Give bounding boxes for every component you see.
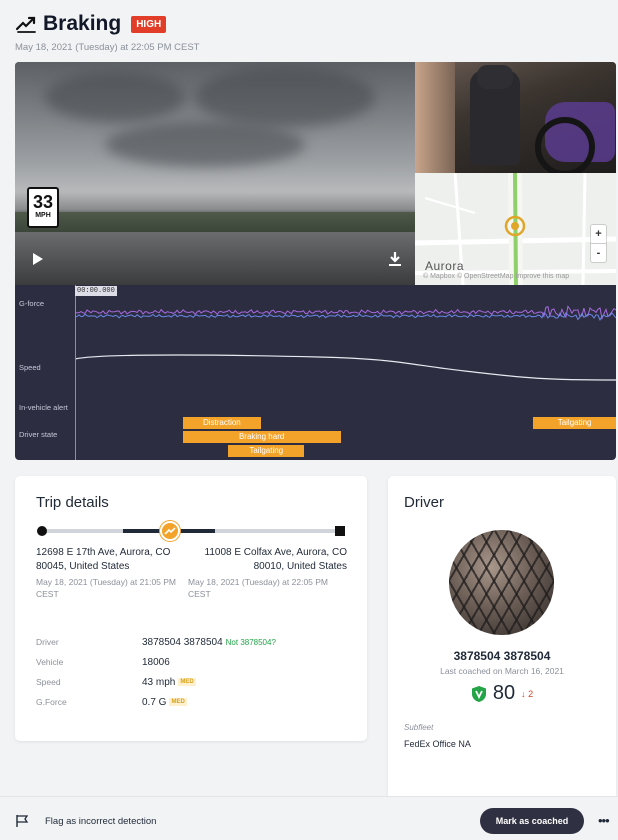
speed-label: Speed bbox=[36, 677, 61, 687]
playhead-time: 00:00.000 bbox=[75, 286, 117, 296]
gforce-severity-badge: MED bbox=[169, 698, 187, 707]
driver-state-bar[interactable]: Tailgating bbox=[533, 417, 616, 429]
end-time: May 18, 2021 (Tuesday) at 22:05 PM CEST bbox=[188, 576, 328, 600]
event-timeline[interactable]: G-force Speed In-vehicle alert Driver st… bbox=[15, 285, 616, 460]
end-address-line1: 11008 E Colfax Ave, Aurora, CO bbox=[204, 547, 348, 558]
cloud-shape bbox=[45, 72, 185, 122]
route-segment bbox=[180, 529, 215, 533]
play-icon[interactable] bbox=[32, 252, 44, 266]
end-address: 11008 E Colfax Ave, Aurora, CO 80010, Un… bbox=[197, 546, 348, 574]
playhead[interactable] bbox=[75, 285, 76, 460]
route-event-marker[interactable] bbox=[160, 521, 180, 541]
gforce-line-longitudinal bbox=[74, 312, 616, 322]
media-panel: 33 MPH + - Aurora © Mapbox © OpenStreetM… bbox=[15, 62, 616, 460]
vehicle-label: Vehicle bbox=[36, 657, 64, 667]
driver-name[interactable]: 3878504 3878504 bbox=[388, 649, 616, 663]
not-driver-link[interactable]: Not 3878504? bbox=[226, 638, 276, 647]
cloud-shape bbox=[105, 122, 305, 167]
speed-value: 43 mph MED bbox=[142, 677, 196, 688]
route-segment bbox=[123, 529, 160, 533]
headrest-shape bbox=[477, 65, 513, 89]
severity-badge: HIGH bbox=[131, 15, 167, 33]
avatar bbox=[449, 530, 554, 635]
driver-card-title: Driver bbox=[404, 494, 444, 511]
speed-limit-sign: 33 MPH bbox=[27, 187, 59, 228]
shield-icon bbox=[471, 685, 486, 702]
treeline bbox=[15, 212, 415, 234]
vehicle-value: 18006 bbox=[142, 657, 170, 668]
trip-details-card: Trip details 12698 E 17th Ave, Aurora, C… bbox=[15, 476, 367, 741]
map-city-label: Aurora bbox=[425, 259, 465, 273]
mark-as-coached-button[interactable]: Mark as coached bbox=[480, 808, 584, 834]
avatar-pattern bbox=[449, 530, 554, 635]
road bbox=[15, 232, 415, 285]
speed-line bbox=[74, 354, 616, 381]
route-end-marker bbox=[335, 526, 345, 536]
event-timestamp: May 18, 2021 (Tuesday) at 22:05 PM CEST bbox=[15, 42, 200, 53]
driver-state-bar[interactable]: Tailgating bbox=[228, 445, 305, 457]
flag-incorrect-detection[interactable]: Flag as incorrect detection bbox=[45, 816, 156, 827]
cloud-shape bbox=[195, 67, 375, 127]
gforce-label: G.Force bbox=[36, 697, 67, 707]
route-start-marker bbox=[37, 526, 47, 536]
speed-limit-unit: MPH bbox=[35, 212, 51, 219]
gforce-number: 0.7 G bbox=[142, 697, 167, 708]
safety-score: 80 ↓ 2 bbox=[388, 682, 616, 705]
gforce-value: 0.7 G MED bbox=[142, 697, 187, 708]
map-zoom-control: + - bbox=[591, 225, 606, 262]
end-time-line1: May 18, 2021 (Tuesday) at 22:05 PM bbox=[188, 577, 329, 587]
subfleet-label: Subfleet bbox=[404, 723, 434, 732]
score-value: 80 bbox=[492, 682, 516, 704]
action-footer: Flag as incorrect detection Mark as coac… bbox=[0, 796, 618, 840]
start-time: May 18, 2021 (Tuesday) at 21:05 PM CEST bbox=[36, 576, 176, 600]
download-icon[interactable] bbox=[388, 251, 402, 267]
end-address-line2: 80010, United States bbox=[253, 561, 347, 572]
start-address-line1: 12698 E 17th Ave, Aurora, CO bbox=[36, 547, 171, 558]
braking-icon bbox=[15, 16, 36, 33]
subfleet-value: FedEx Office NA bbox=[404, 739, 471, 749]
driver-state-bar[interactable]: Distraction bbox=[182, 417, 262, 429]
trip-details-title: Trip details bbox=[36, 494, 109, 511]
driver-state-bar[interactable]: Braking hard bbox=[182, 431, 341, 443]
end-time-line2: CEST bbox=[188, 589, 211, 599]
map-attribution[interactable]: © Mapbox © OpenStreetMap Improve this ma… bbox=[423, 273, 569, 280]
driver-label: Driver bbox=[36, 637, 59, 647]
speed-limit-value: 33 bbox=[32, 192, 54, 212]
driver-id: 3878504 3878504 bbox=[142, 637, 223, 648]
start-address-line2: 80045, United States bbox=[36, 561, 130, 572]
flag-icon[interactable] bbox=[15, 814, 29, 828]
event-header: Braking HIGH May 18, 2021 (Tuesday) at 2… bbox=[15, 12, 605, 53]
map-view[interactable]: + - Aurora © Mapbox © OpenStreetMap Impr… bbox=[415, 173, 616, 285]
steering-wheel-shape bbox=[535, 117, 595, 173]
speed-number: 43 mph bbox=[142, 677, 176, 688]
more-options-icon[interactable]: ••• bbox=[598, 813, 610, 828]
event-marker-icon bbox=[164, 527, 176, 535]
zoom-in-button[interactable]: + bbox=[591, 225, 606, 243]
start-time-line2: CEST bbox=[36, 589, 59, 599]
title-row: Braking HIGH bbox=[15, 12, 605, 36]
start-time-line1: May 18, 2021 (Tuesday) at 21:05 PM bbox=[36, 577, 177, 587]
zoom-out-button[interactable]: - bbox=[591, 244, 606, 262]
driver-value: 3878504 3878504 Not 3878504? bbox=[142, 637, 276, 648]
score-delta: ↓ 2 bbox=[521, 688, 534, 699]
last-coached-text: Last coached on March 16, 2021 bbox=[440, 666, 564, 676]
road-video[interactable]: 33 MPH bbox=[15, 62, 415, 285]
window-light bbox=[415, 62, 455, 173]
driver-card: Driver 3878504 3878504 Last coached on M… bbox=[388, 476, 616, 806]
cab-video[interactable] bbox=[415, 62, 616, 173]
speed-severity-badge: MED bbox=[178, 678, 196, 687]
event-title: Braking bbox=[43, 12, 122, 35]
start-address: 12698 E 17th Ave, Aurora, CO 80045, Unit… bbox=[36, 546, 170, 574]
